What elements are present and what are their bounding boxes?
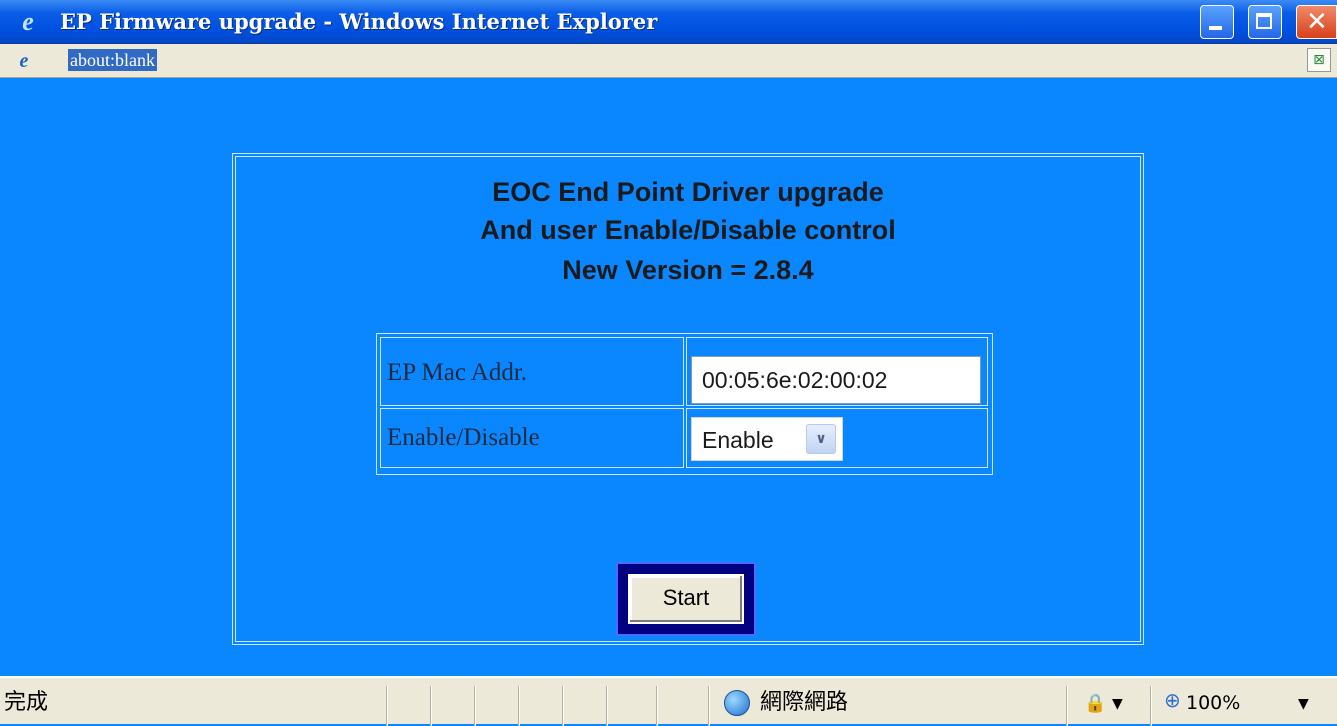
- status-separator: [474, 686, 475, 726]
- zoom-icon[interactable]: ⊕: [1164, 688, 1181, 712]
- status-separator: [656, 686, 657, 726]
- minimize-button[interactable]: [1200, 5, 1234, 39]
- address-bar[interactable]: e about:blank ⊠: [0, 44, 1337, 78]
- chevron-down-icon[interactable]: ∨: [806, 424, 836, 454]
- ie-logo-icon: e: [22, 7, 34, 36]
- globe-icon: [724, 690, 750, 716]
- close-icon: ✕: [1306, 7, 1328, 37]
- chevron-down-icon[interactable]: ▼: [1112, 694, 1123, 714]
- enable-disable-label: Enable/Disable: [387, 424, 540, 451]
- page-content: EOC End Point Driver upgrade And user En…: [10, 78, 1337, 676]
- page-title: EOC End Point Driver upgrade: [492, 177, 884, 207]
- status-separator: [606, 686, 607, 726]
- page-subtitle: And user Enable/Disable control: [480, 215, 896, 245]
- maximize-button[interactable]: [1248, 5, 1282, 39]
- status-separator: [518, 686, 519, 726]
- chevron-down-icon[interactable]: ▼: [1298, 694, 1309, 714]
- status-separator: [386, 686, 387, 726]
- ie-page-icon: e: [19, 50, 29, 72]
- status-separator: [1066, 686, 1067, 726]
- upgrade-panel: EOC End Point Driver upgrade And user En…: [232, 153, 1144, 645]
- status-text: 完成: [4, 690, 49, 715]
- mac-address-label: EP Mac Addr.: [387, 359, 528, 386]
- security-zone-label: 網際網路: [760, 690, 849, 715]
- mac-address-input[interactable]: 00:05:6e:02:00:02: [691, 356, 981, 404]
- start-button-frame: Start: [616, 562, 756, 636]
- status-separator: [430, 686, 431, 726]
- select-value: Enable: [702, 427, 774, 453]
- status-separator: [1150, 686, 1151, 726]
- compatibility-view-icon[interactable]: ⊠: [1307, 48, 1331, 72]
- version-label: New Version = 2.8.4: [562, 255, 814, 285]
- status-separator: [562, 686, 563, 726]
- zoom-level[interactable]: 100%: [1186, 690, 1240, 716]
- maximize-icon: [1256, 13, 1272, 29]
- enable-label-cell: Enable/Disable: [380, 408, 684, 468]
- window-title-bar[interactable]: e EP Firmware upgrade - Windows Internet…: [0, 0, 1337, 44]
- lock-icon[interactable]: 🔒: [1084, 694, 1106, 714]
- close-button[interactable]: ✕: [1296, 5, 1337, 39]
- mac-value-cell: 00:05:6e:02:00:02: [686, 337, 988, 406]
- mac-label-cell: EP Mac Addr.: [380, 337, 684, 406]
- enable-disable-select[interactable]: Enable ∨: [691, 417, 843, 461]
- start-button[interactable]: Start: [628, 574, 744, 624]
- enable-value-cell: Enable ∨: [686, 408, 988, 468]
- settings-table: EP Mac Addr. 00:05:6e:02:00:02 Enable/Di…: [376, 333, 993, 475]
- address-url[interactable]: about:blank: [68, 49, 157, 71]
- status-bar: 完成 網際網路 🔒 ▼ ⊕ 100% ▼: [0, 676, 1337, 726]
- minimize-icon: [1209, 26, 1222, 30]
- status-separator: [708, 686, 709, 726]
- window-title: EP Firmware upgrade - Windows Internet E…: [60, 9, 658, 34]
